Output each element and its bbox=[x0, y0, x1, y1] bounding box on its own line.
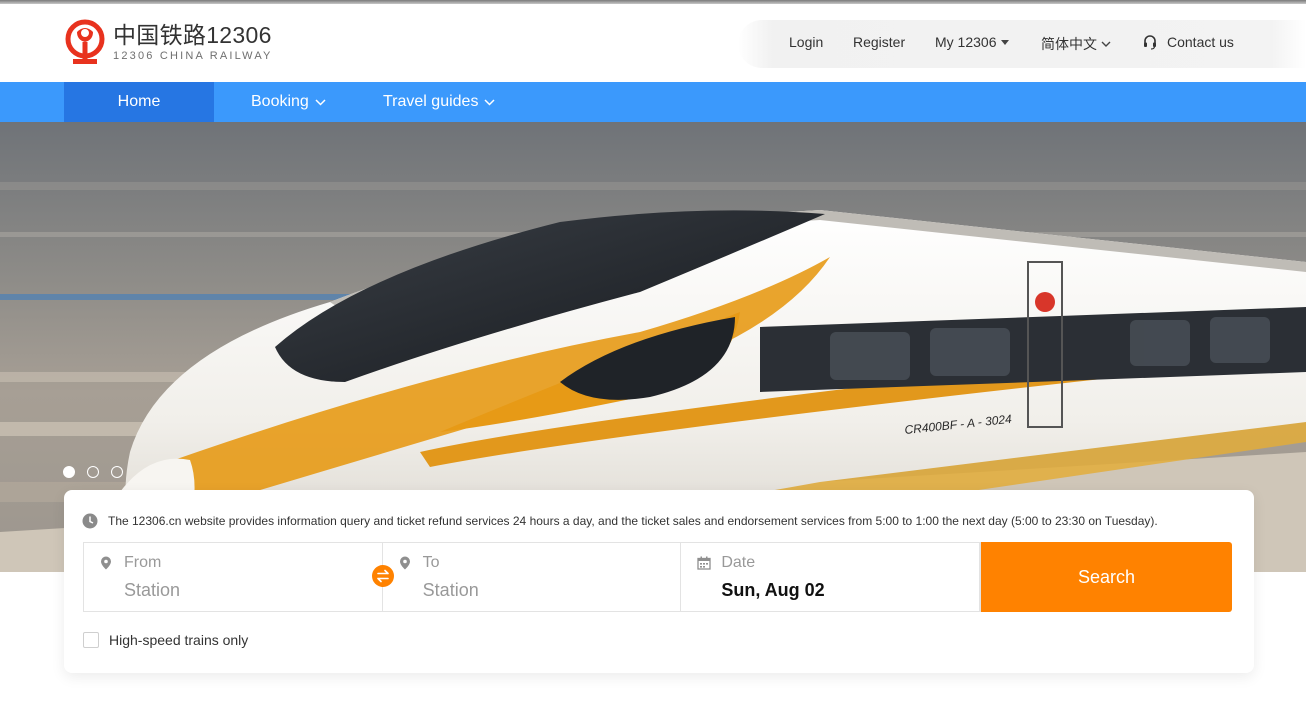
high-speed-label: High-speed trains only bbox=[109, 632, 249, 648]
chevron-down-icon bbox=[1101, 41, 1111, 47]
china-railway-logo-icon bbox=[65, 19, 105, 64]
date-label: Date bbox=[721, 554, 756, 571]
notice-text: The 12306.cn website provides informatio… bbox=[108, 514, 1158, 528]
language-label: 简体中文 bbox=[1041, 36, 1097, 52]
high-speed-filter[interactable]: High-speed trains only bbox=[83, 632, 248, 648]
location-pin-icon bbox=[101, 556, 111, 570]
headset-icon bbox=[1144, 35, 1156, 50]
tab-home-label: Home bbox=[117, 93, 161, 110]
my12306-dropdown[interactable]: My 12306 bbox=[935, 34, 1010, 50]
high-speed-checkbox[interactable] bbox=[83, 632, 99, 648]
to-label: To bbox=[422, 554, 440, 571]
from-station-input[interactable]: Station bbox=[124, 580, 180, 601]
carousel-indicators bbox=[63, 466, 123, 478]
chevron-down-icon bbox=[484, 98, 495, 106]
search-fields: From Station To Station Date Sun, Aug 02 bbox=[83, 542, 981, 612]
tab-travel-guides-label: Travel guides bbox=[383, 93, 479, 110]
site-header: 中国铁路12306 12306 CHINA RAILWAY Login Regi… bbox=[0, 4, 1306, 82]
from-label: From bbox=[124, 554, 162, 571]
carousel-dot-3[interactable] bbox=[111, 466, 123, 478]
service-hours-notice: The 12306.cn website provides informatio… bbox=[82, 513, 1158, 529]
search-button[interactable]: Search bbox=[981, 542, 1232, 612]
swap-arrows-icon bbox=[377, 569, 389, 583]
calendar-icon bbox=[697, 556, 711, 570]
tab-booking[interactable]: Booking bbox=[251, 82, 326, 122]
clock-icon bbox=[82, 513, 98, 529]
date-field[interactable]: Date Sun, Aug 02 bbox=[681, 543, 981, 611]
contact-us-link[interactable]: Contact us bbox=[1142, 34, 1234, 50]
to-station-field[interactable]: To Station bbox=[383, 543, 682, 611]
register-label: Register bbox=[853, 34, 906, 50]
date-value[interactable]: Sun, Aug 02 bbox=[721, 580, 824, 601]
from-station-field[interactable]: From Station bbox=[84, 543, 383, 611]
register-link[interactable]: Register bbox=[853, 34, 905, 50]
top-utility-nav: Login Register My 12306 简体中文 Contact us bbox=[738, 20, 1306, 68]
contact-us-label: Contact us bbox=[1167, 34, 1234, 50]
login-link[interactable]: Login bbox=[789, 34, 823, 50]
chevron-down-icon bbox=[315, 98, 326, 106]
my12306-label: My 12306 bbox=[935, 34, 997, 50]
logo-subtitle: 12306 CHINA RAILWAY bbox=[113, 49, 273, 62]
carousel-dot-1[interactable] bbox=[63, 466, 75, 478]
tab-home[interactable]: Home bbox=[64, 82, 214, 122]
logo[interactable]: 中国铁路12306 12306 CHINA RAILWAY bbox=[64, 18, 273, 66]
language-dropdown[interactable]: 简体中文 bbox=[1041, 34, 1111, 54]
carousel-dot-2[interactable] bbox=[87, 466, 99, 478]
tab-travel-guides[interactable]: Travel guides bbox=[383, 82, 495, 122]
caret-down-icon bbox=[1001, 40, 1010, 45]
booking-card: The 12306.cn website provides informatio… bbox=[64, 490, 1254, 673]
to-station-input[interactable]: Station bbox=[423, 580, 479, 601]
tab-booking-label: Booking bbox=[251, 93, 309, 110]
login-label: Login bbox=[789, 34, 824, 50]
location-pin-icon bbox=[399, 556, 410, 570]
swap-stations-button[interactable] bbox=[372, 565, 394, 587]
logo-title: 中国铁路12306 bbox=[113, 21, 272, 48]
main-nav: Home Booking Travel guides bbox=[0, 82, 1306, 122]
